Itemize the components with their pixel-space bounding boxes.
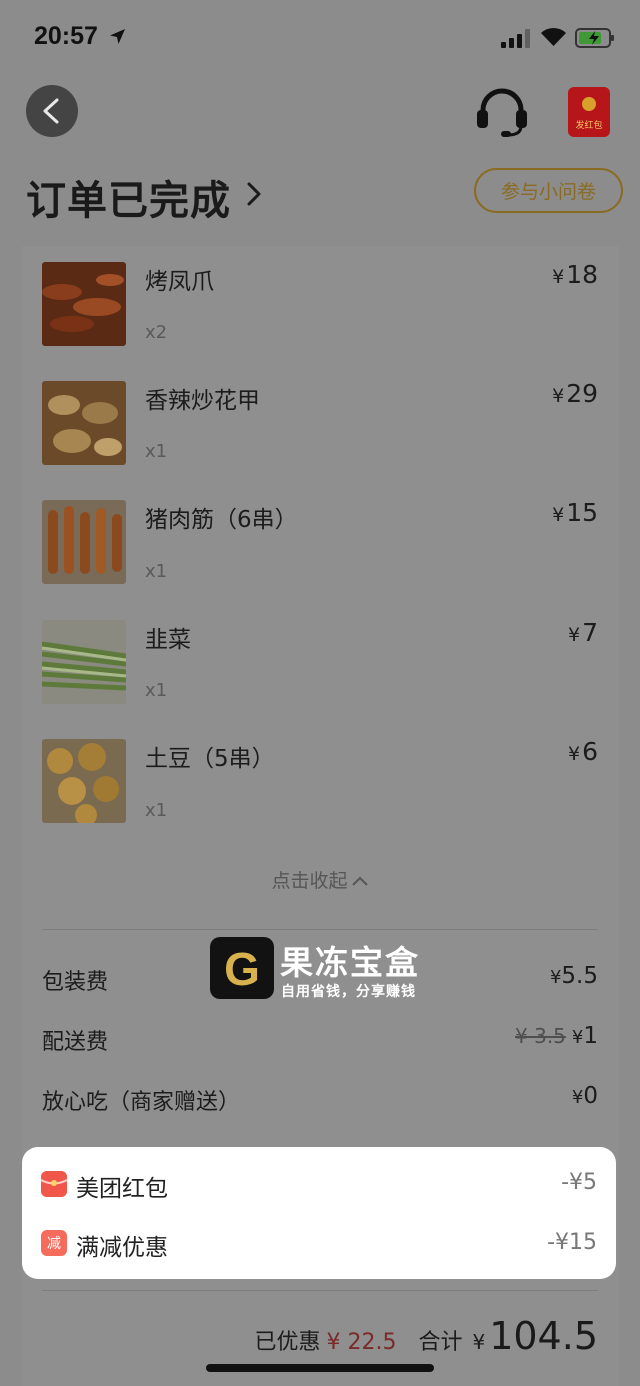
item-price: ¥15 — [552, 498, 598, 527]
divider — [42, 1290, 598, 1291]
discount-label: 美团红包 — [76, 1176, 168, 1202]
item-qty: x1 — [145, 680, 168, 701]
price-value: 7 — [582, 618, 598, 647]
fee-label: 包装费 — [42, 970, 109, 995]
chevron-left-icon — [43, 98, 59, 124]
status-time: 20:57 — [34, 22, 98, 50]
order-status-title[interactable]: 订单已完成 — [26, 168, 231, 226]
item-price: ¥6 — [568, 737, 598, 766]
fee-label: 配送费 — [42, 1030, 109, 1055]
item-name: 土豆（5串） — [145, 746, 275, 772]
item-name: 香辣炒花甲 — [145, 388, 260, 414]
item-qty: x2 — [145, 322, 168, 343]
currency-symbol: ¥ — [568, 743, 581, 765]
currency-symbol: ¥ — [568, 624, 581, 646]
red-packet-button[interactable]: 发红包 — [568, 87, 610, 137]
original-fee: ¥ 3.5 — [515, 1024, 566, 1048]
item-price: ¥7 — [568, 618, 598, 647]
fee-amount: 5.5 — [561, 963, 598, 989]
item-price: ¥29 — [552, 379, 598, 408]
price-value: 15 — [566, 498, 598, 527]
chevron-up-icon — [351, 876, 368, 886]
fee-amount: 1 — [583, 1023, 598, 1049]
total-amount: 104.5 — [489, 1314, 598, 1358]
fee-amount: 0 — [583, 1083, 598, 1109]
coin-icon — [582, 97, 596, 111]
item-image-clams[interactable] — [42, 381, 126, 465]
watermark-title: 果冻宝盒 — [280, 943, 420, 982]
currency-symbol: ¥ — [571, 1087, 584, 1108]
discount-value: -¥5 — [561, 1170, 597, 1195]
fee-value: ¥0 — [572, 1083, 598, 1109]
watermark-subtitle: 自用省钱，分享赚钱 — [281, 984, 416, 1000]
discount-label: 满减优惠 — [76, 1235, 168, 1261]
currency-symbol: ¥ — [549, 967, 562, 988]
red-packet-label: 发红包 — [575, 121, 603, 131]
item-name: 烤凤爪 — [145, 269, 214, 295]
currency-symbol: ¥ — [552, 266, 565, 288]
order-total-row: 已优惠 ¥ 22.5 合计 ¥ 104.5 — [254, 1314, 598, 1358]
item-image-chicken-feet[interactable] — [42, 262, 126, 346]
item-qty: x1 — [145, 441, 168, 462]
item-image-pork-skewers[interactable] — [42, 500, 126, 584]
item-price: ¥18 — [552, 260, 598, 289]
price-value: 18 — [566, 260, 598, 289]
item-name: 韭菜 — [145, 627, 191, 653]
watermark-logo-letter: G — [224, 943, 260, 995]
survey-button[interactable]: 参与小问卷 — [474, 168, 623, 213]
red-packet-icon — [41, 1171, 67, 1197]
currency-symbol: ¥ — [472, 1330, 486, 1354]
divider — [42, 929, 598, 930]
item-image-potato-skewers[interactable] — [42, 739, 126, 823]
customer-service-headset-icon[interactable] — [474, 86, 530, 138]
item-name: 猪肉筋（6串） — [145, 507, 298, 533]
currency-symbol: ¥ — [552, 385, 565, 407]
full-reduction-icon: 减 — [41, 1230, 67, 1256]
collapse-label: 点击收起 — [271, 870, 348, 892]
item-qty: x1 — [145, 561, 168, 582]
fee-value: ¥5.5 — [550, 963, 598, 989]
wifi-icon — [541, 27, 566, 46]
saved-label: 已优惠 — [254, 1330, 321, 1355]
fee-value: ¥ 3.5 ¥1 — [515, 1023, 598, 1049]
discount-panel: 美团红包 -¥5 减 满减优惠 -¥15 — [22, 1147, 616, 1279]
home-indicator[interactable] — [206, 1364, 434, 1372]
price-value: 6 — [582, 737, 598, 766]
currency-symbol: ¥ — [571, 1027, 584, 1048]
currency-symbol: ¥ — [552, 504, 565, 526]
cellular-signal-icon — [501, 28, 531, 48]
collapse-link[interactable]: 点击收起 — [0, 866, 640, 893]
item-qty: x1 — [145, 800, 168, 821]
total-label: 合计 — [418, 1330, 463, 1355]
back-button[interactable] — [26, 85, 78, 137]
item-image-chives[interactable] — [42, 620, 126, 704]
battery-icon — [575, 28, 614, 48]
discount-value: -¥15 — [547, 1230, 597, 1255]
price-value: 29 — [566, 379, 598, 408]
saved-value: ¥ 22.5 — [326, 1330, 397, 1355]
fee-label: 放心吃（商家赠送） — [42, 1090, 241, 1115]
watermark-logo: G — [210, 937, 274, 999]
location-arrow-icon — [110, 29, 125, 44]
chevron-right-icon[interactable] — [246, 181, 262, 207]
